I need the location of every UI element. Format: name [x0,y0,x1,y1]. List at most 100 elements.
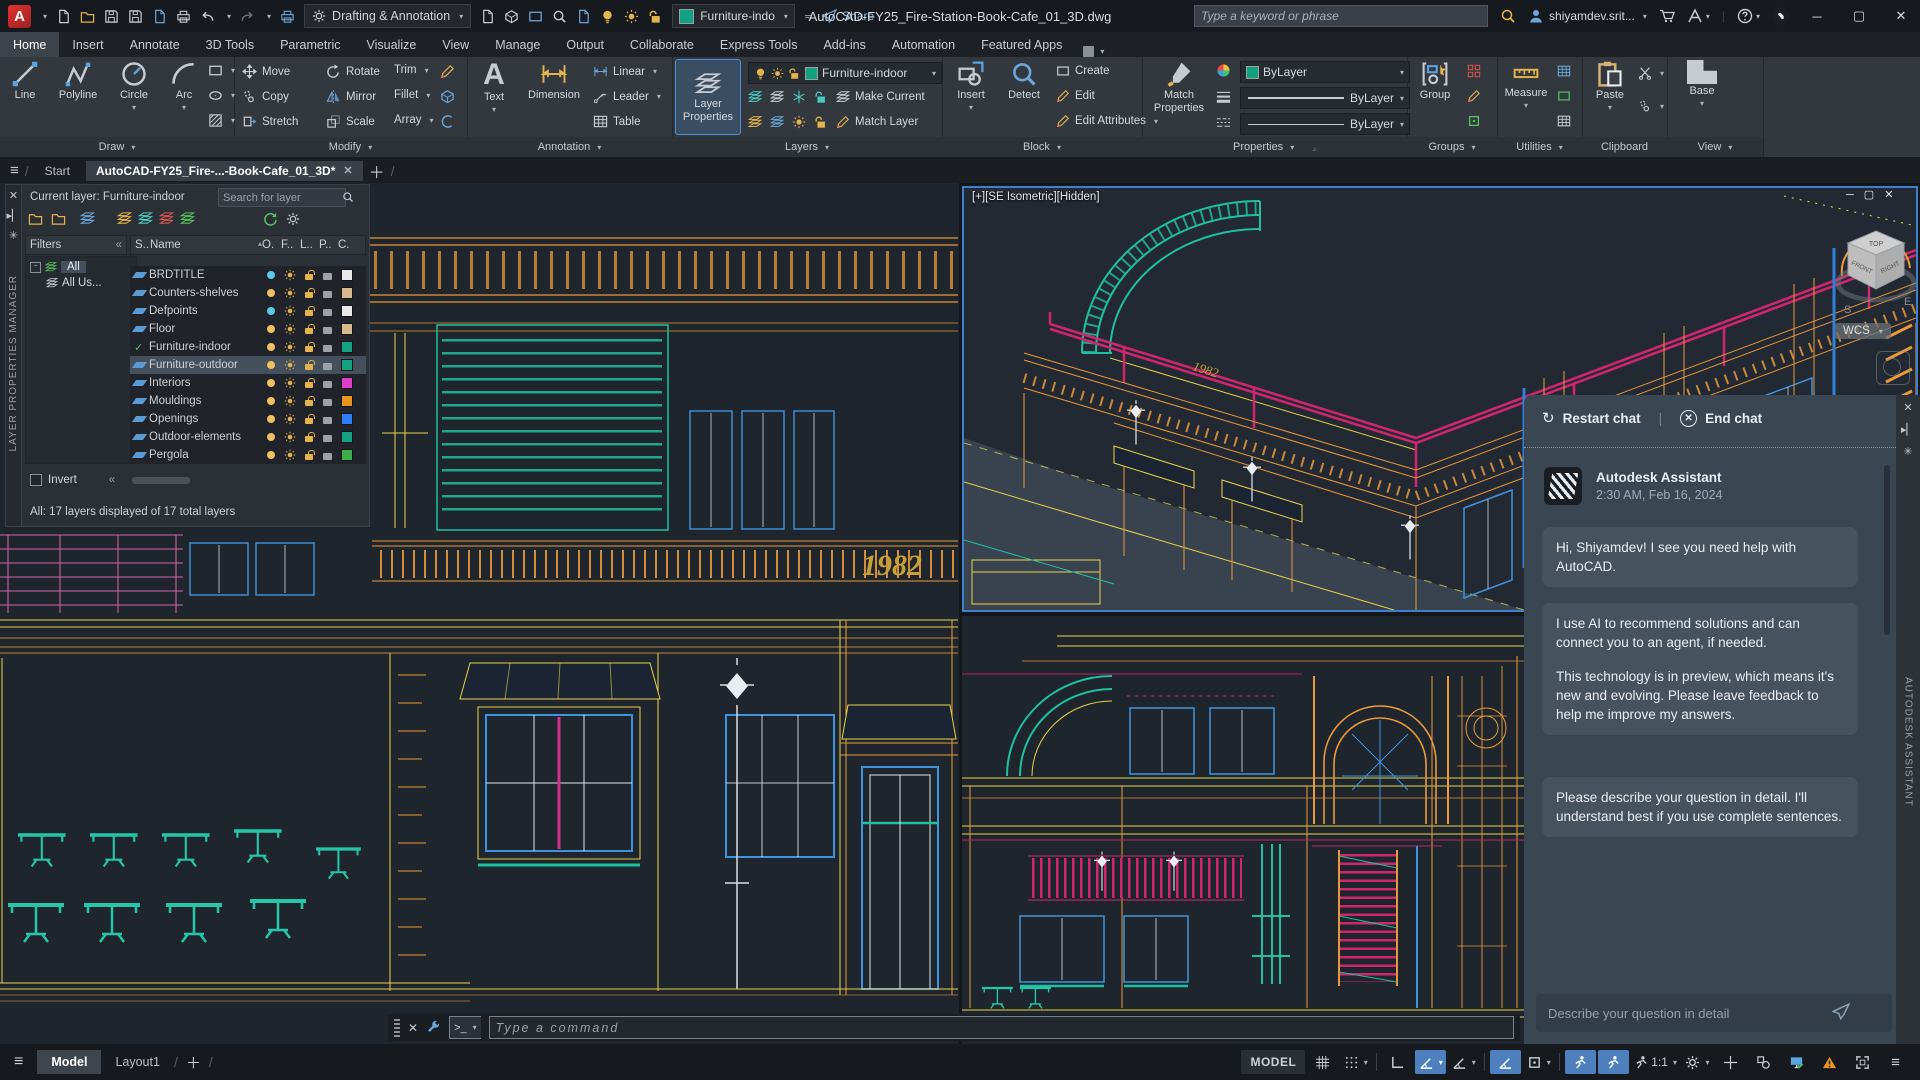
layer-freeze-icon[interactable] [284,413,296,425]
assistant-autohide-icon[interactable]: ▸▏ [1901,423,1915,436]
crosshair-button[interactable] [1715,1050,1746,1074]
make-current-button[interactable]: Make Current [836,90,925,104]
ribbon-tab[interactable]: Featured Apps [968,32,1075,57]
annotation-panel-footer[interactable]: Annotation ▾ [467,137,672,157]
workspace-switching-button[interactable]: ▾ [1682,1050,1713,1074]
rotate-tool[interactable]: Rotate [326,64,380,79]
restart-chat-button[interactable]: ↻ Restart chat [1542,409,1641,427]
layer-color-swatch[interactable] [340,305,353,317]
dimension-tool[interactable]: Dimension [521,60,587,102]
match-properties-tool[interactable]: Match Properties [1150,60,1208,114]
col-lock[interactable]: L.. [300,239,319,251]
palette-autohide-icon[interactable]: ▸▏ [7,209,21,222]
tree-collapse-icon[interactable]: − [30,261,41,273]
layer-restore-icon[interactable] [770,90,784,104]
layer-unlock-tool-icon[interactable] [814,115,828,129]
collapse-tree-icon[interactable]: « [109,474,115,486]
plot-preview-icon[interactable] [552,9,567,24]
object-snap-tracking-toggle[interactable] [1490,1050,1522,1074]
app-store-cart-icon[interactable] [1659,8,1675,24]
layer-plot-icon[interactable] [323,398,332,406]
customization-button[interactable]: ≡ [1880,1050,1911,1074]
layer-on-icon[interactable] [266,307,275,315]
layer-freeze-icon[interactable] [284,449,296,461]
layer-lock-icon[interactable] [304,269,315,280]
minimize-button[interactable]: ─ [1802,3,1832,29]
palette-properties-icon[interactable]: ✳ [9,229,18,242]
layer-lock-icon[interactable] [304,377,315,388]
layer-off-icon[interactable] [748,115,762,129]
assistant-settings-icon[interactable]: ✳ [1903,445,1912,458]
layer-lock-icon[interactable] [304,359,315,370]
paste-tool[interactable]: Paste ▾ [1588,60,1632,112]
layer-on-icon[interactable] [266,397,275,405]
layer-search-input[interactable] [218,188,346,207]
annotation-visibility-toggle[interactable] [1565,1050,1597,1074]
layer-color-swatch[interactable] [340,269,353,281]
layer-row[interactable]: Floor [130,320,366,338]
layer-lock-icon[interactable] [304,395,315,406]
layer-row[interactable]: Mouldings [130,392,366,410]
ribbon-tab[interactable]: Visualize [354,32,430,57]
create-block-tool[interactable]: Create [1056,64,1110,78]
graphics-performance-warning[interactable] [1814,1050,1845,1074]
layers-panel-footer[interactable]: Layers ▾ [672,137,942,157]
close-button[interactable]: ✕ [1886,3,1916,29]
filter-tree-all-used[interactable]: All Us... [46,277,132,289]
redo-caret-icon[interactable]: ▾ [267,12,271,21]
plot-icon[interactable] [152,9,167,24]
layer-color-swatch[interactable] [340,449,353,461]
layer-lock-icon[interactable] [304,323,315,334]
drawing-close-icon[interactable]: ✕ [1884,188,1893,201]
new-drawing-icon[interactable] [56,9,71,24]
layer-color-swatch[interactable] [340,323,353,335]
isolate-objects-button[interactable] [1748,1050,1779,1074]
trim-tool[interactable]: Trim ▾ [394,64,429,76]
ribbon-tab[interactable]: 3D Tools [193,32,267,57]
draw-panel-footer[interactable]: Draw ▾ [0,137,234,157]
array-tool[interactable]: Array ▾ [394,114,434,126]
layer-plot-icon[interactable] [323,272,332,280]
layer-on-icon[interactable] [266,433,275,441]
file-tab-menu-icon[interactable]: ≡ [10,162,19,179]
rectangle-tool[interactable]: ▾ [208,63,235,78]
filter-tree-all[interactable]: − All [30,261,132,273]
properties-panel-footer[interactable]: Properties ▾ ⌟ [1142,137,1407,157]
linear-dimension-tool[interactable]: Linear ▾ [593,64,657,79]
send-icon[interactable] [1832,1003,1850,1021]
ribbon-tab[interactable]: Collaborate [617,32,707,57]
explode-tool[interactable] [440,89,455,104]
layer-row[interactable]: Defpoints [130,302,366,320]
mirror-tool[interactable]: Mirror [326,89,376,104]
new-layout-button[interactable]: ＋ [178,1052,209,1073]
autocad-app-menu[interactable]: A [8,4,31,28]
invert-checkbox[interactable] [30,474,42,486]
layer-color-swatch[interactable] [340,287,353,299]
layer-lock-icon[interactable] [304,449,315,460]
col-on[interactable]: O. [262,239,281,251]
drawing-tab-close-icon[interactable]: ✕ [343,164,352,177]
linetype-dropdown[interactable]: ByLayer ▾ [1240,113,1410,135]
layer-thaw-sun-tool-icon[interactable] [792,115,806,129]
layer-search-icon[interactable] [342,191,354,203]
model-space-toggle[interactable]: MODEL [1241,1050,1306,1074]
erase-tool[interactable] [440,64,455,79]
new-filter-icon[interactable] [28,211,43,226]
polar-tracking-toggle[interactable]: ▾ [1415,1050,1447,1074]
batch-plot-icon[interactable] [280,9,295,24]
layer-on-icon[interactable] [266,415,275,423]
layer-on-icon[interactable] [266,451,275,459]
end-chat-button[interactable]: ✕ End chat [1680,409,1762,427]
help-button[interactable]: ▾ [1737,8,1760,24]
ribbon-tab[interactable]: Add-ins [810,32,878,57]
model-tab[interactable]: Model [37,1050,102,1074]
layer-on-icon[interactable] [266,271,275,279]
groups-panel-footer[interactable]: Groups ▾ [1407,137,1497,157]
save-as-icon[interactable] [128,9,143,24]
ribbon-tab[interactable]: Parametric [267,32,353,57]
layer-row[interactable]: Furniture-indoor [130,338,366,356]
new-group-filter-icon[interactable] [51,211,66,226]
layer-row[interactable]: Furniture-outdoor [130,356,366,374]
ungroup-tool[interactable] [1467,64,1481,78]
copy-clip-tool[interactable]: ▾ [1638,99,1664,113]
